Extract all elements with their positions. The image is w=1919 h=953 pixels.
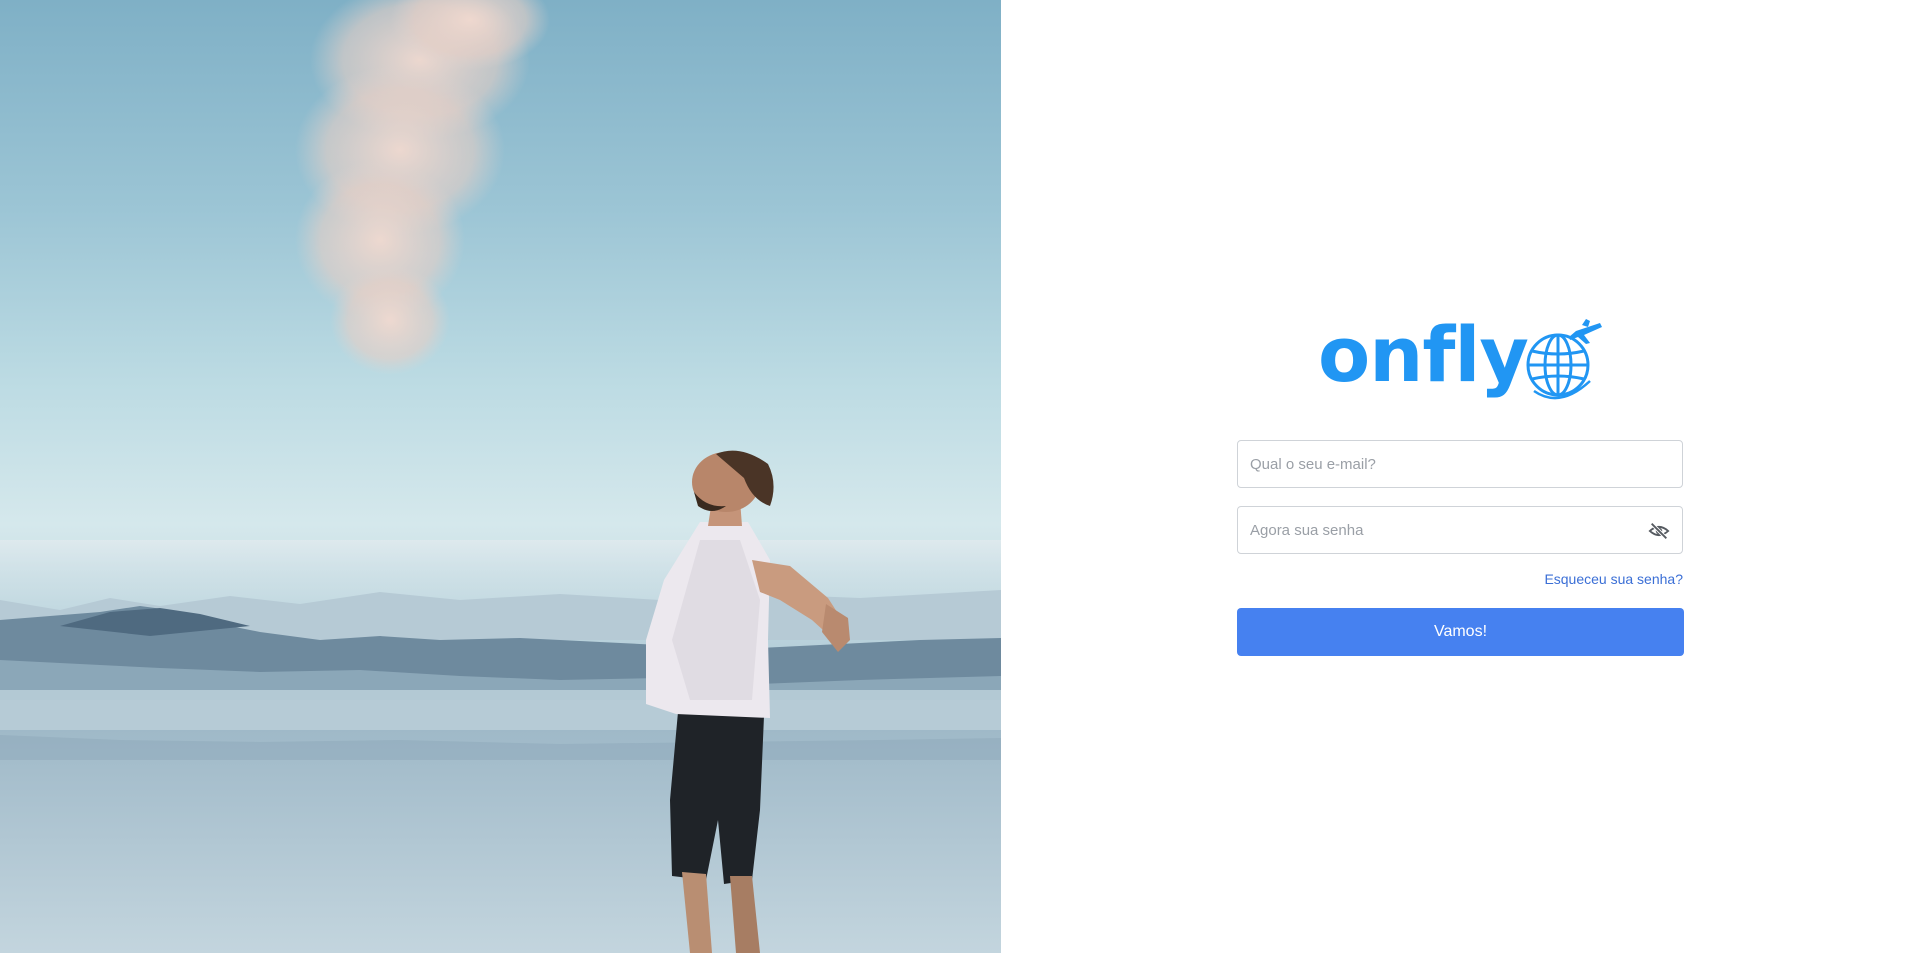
login-page: onfly Qual o seu e-mail? Esqueceu sua se… xyxy=(0,0,1919,953)
email-field[interactable] xyxy=(1237,440,1683,488)
eye-slash-icon[interactable] xyxy=(1648,520,1670,542)
password-field[interactable] xyxy=(1237,506,1683,554)
brand-name: onfly xyxy=(1318,310,1529,399)
brand-logo: onfly xyxy=(1318,307,1608,403)
password-input[interactable] xyxy=(1238,507,1682,553)
submit-button[interactable]: Vamos! xyxy=(1237,608,1684,656)
globe-airplane-icon xyxy=(1526,319,1602,400)
hero-illustration xyxy=(0,0,1001,953)
forgot-password-link[interactable]: Esqueceu sua senha? xyxy=(1237,571,1683,587)
hero-image xyxy=(0,0,1001,953)
cloud-plume xyxy=(295,0,550,375)
email-input[interactable] xyxy=(1238,441,1682,487)
login-panel: onfly Qual o seu e-mail? Esqueceu sua se… xyxy=(1001,0,1919,953)
